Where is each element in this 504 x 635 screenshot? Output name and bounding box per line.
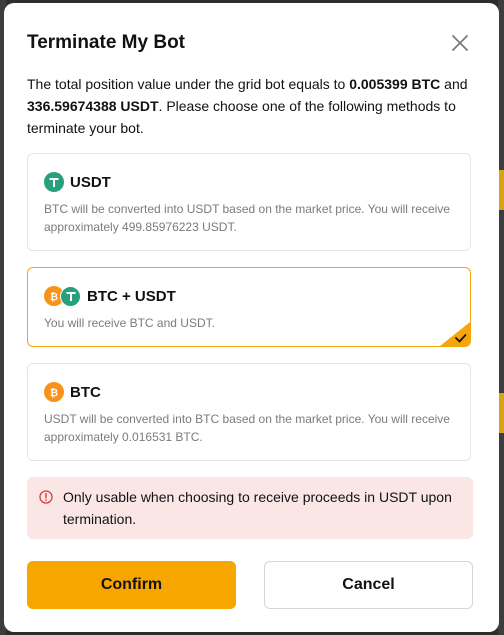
option-name: USDT [70, 173, 111, 191]
btc-amount: 0.005399 BTC [349, 76, 441, 92]
usdt-coin-icon [44, 172, 64, 192]
option-btc-usdt[interactable]: ₿ BTC + USDT You will receive BTC and US… [27, 267, 471, 347]
description-text: The total position value under the grid … [27, 76, 350, 92]
option-description: You will receive BTC and USDT. [44, 316, 215, 330]
close-button[interactable] [447, 30, 473, 56]
option-description: BTC will be converted into USDT based on… [44, 202, 450, 234]
option-header: ₿ BTC [44, 380, 454, 404]
option-description: USDT will be converted into BTC based on… [44, 412, 450, 444]
dialog-title: Terminate My Bot [27, 32, 186, 53]
option-name: BTC + USDT [87, 287, 176, 305]
warning-notice: Only usable when choosing to receive pro… [27, 477, 473, 539]
notice-text: Only usable when choosing to receive pro… [63, 489, 452, 527]
option-header: USDT [44, 170, 454, 194]
usdt-amount: 336.59674388 USDT [27, 98, 159, 114]
cancel-button[interactable]: Cancel [264, 561, 473, 609]
option-usdt[interactable]: USDT BTC will be converted into USDT bas… [27, 153, 471, 251]
warning-circle-icon [39, 490, 53, 504]
svg-text:₿: ₿ [50, 291, 58, 302]
description-text: and [440, 76, 468, 92]
option-btc[interactable]: ₿ BTC USDT will be converted into BTC ba… [27, 363, 471, 461]
close-icon [452, 35, 468, 51]
option-name: BTC [70, 383, 101, 401]
terminate-bot-dialog: Terminate My Bot The total position valu… [4, 3, 499, 632]
dialog-header: Terminate My Bot [27, 30, 479, 56]
selected-check-icon [440, 322, 470, 346]
confirm-button[interactable]: Confirm [27, 561, 236, 609]
btc-coin-icon: ₿ [44, 382, 64, 402]
usdt-coin-icon [60, 285, 81, 307]
dialog-description: The total position value under the grid … [27, 73, 477, 139]
btc-usdt-coin-icons: ₿ [44, 285, 81, 307]
option-header: ₿ BTC + USDT [44, 284, 454, 308]
svg-text:₿: ₿ [50, 387, 58, 398]
